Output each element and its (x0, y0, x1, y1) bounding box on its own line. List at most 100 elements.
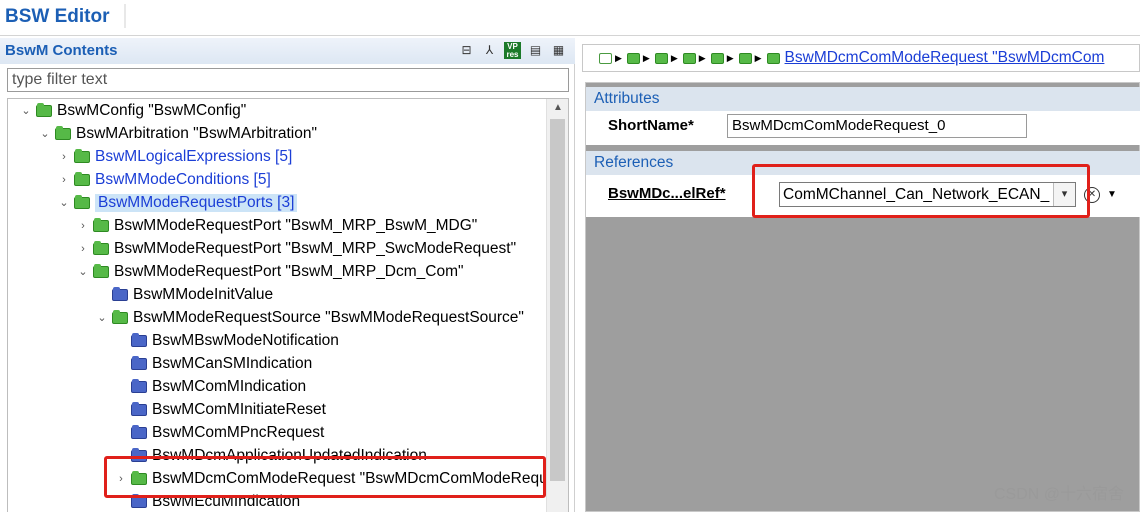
green-folder-icon (74, 171, 90, 186)
properties-panel: ▶ ▶ ▶ ▶ ▶ ▶ BswMDcmComModeRequest "BswMD… (578, 38, 1140, 512)
tree-item-label: BswMModeRequestSource "BswMModeRequestSo… (133, 308, 524, 326)
tree-item[interactable]: BswMCanSMIndication (115, 352, 312, 375)
reference-label-link[interactable]: BswMDc...elRef* (608, 185, 726, 202)
expand-chevron-down-icon[interactable]: ⌄ (20, 104, 32, 117)
expand-chevron-right-icon[interactable]: › (58, 174, 70, 186)
title-separator (124, 4, 126, 28)
breadcrumb-arrow-icon[interactable]: ▶ (755, 53, 762, 64)
expand-chevron-right-icon[interactable]: › (77, 220, 89, 232)
breadcrumb-arrow-icon[interactable]: ▶ (727, 53, 734, 64)
watermark: CSDN @十六宿舍 (993, 486, 1124, 503)
table-view-icon[interactable]: ▦ (550, 42, 567, 59)
tree-item-label: BswMComMIndication (152, 377, 307, 395)
tree-item-label: BswMModeRequestPort "BswM_MRP_Dcm_Com" (114, 262, 464, 280)
scroll-thumb[interactable] (550, 119, 565, 481)
scroll-up-arrow-icon[interactable]: ▲ (547, 99, 568, 117)
tree-item[interactable]: › BswMLogicalExpressions [5] (58, 145, 292, 168)
tree-item[interactable]: ⌄ BswMConfig "BswMConfig" (20, 99, 246, 122)
breadcrumb-folder-icon[interactable] (654, 52, 668, 64)
breadcrumb-folder-icon[interactable] (766, 52, 780, 64)
tree-item-label: BswMConfig "BswMConfig" (57, 101, 247, 119)
breadcrumb-arrow-icon[interactable]: ▶ (671, 53, 678, 64)
tree-item[interactable]: BswMDcmApplicationUpdatedIndication (115, 444, 427, 467)
tree-item[interactable]: BswMEcuMIndication (115, 490, 300, 512)
breadcrumb-arrow-icon[interactable]: ▶ (643, 53, 650, 64)
breadcrumb-root-folder-icon[interactable] (599, 52, 612, 64)
blue-folder-icon (131, 332, 147, 347)
breadcrumb-folder-icon[interactable] (738, 52, 752, 64)
blue-folder-icon (131, 424, 147, 439)
breadcrumb-current-link[interactable]: BswMDcmComModeRequest "BswMDcmCom (785, 49, 1105, 67)
contents-tree: BswMEcuMIndication › BswMDcmComModeRequest… (7, 98, 569, 512)
attributes-section: Attributes ShortName* BswMDcmComModeRequ… (586, 87, 1140, 145)
tree-item[interactable]: › BswMModeRequestPort "BswM_MRP_BswM_MDG" (77, 214, 477, 237)
panel-toolbar: ⊟ ⅄ VP res ▤ ▦ (458, 42, 567, 59)
blue-folder-icon (131, 401, 147, 416)
breadcrumb-arrow-icon[interactable]: ▶ (615, 53, 622, 64)
tree-item[interactable]: BswMModeInitValue (96, 283, 273, 306)
tree-item-label: BswMEcuMIndication (152, 492, 301, 510)
panel-header: BswM Contents ⊟ ⅄ VP res ▤ ▦ (0, 38, 575, 64)
tree-item[interactable]: › BswMModeRequestPort "BswM_MRP_SwcModeRe… (77, 237, 516, 260)
tree-item-label: BswMDcmComModeRequest "BswMDcmComModeReq… (152, 469, 569, 487)
breadcrumb: ▶ ▶ ▶ ▶ ▶ ▶ BswMDcmComModeRequest "BswMD… (582, 44, 1140, 72)
document-icon[interactable]: ▤ (527, 42, 544, 59)
attributes-header[interactable]: Attributes (586, 87, 1140, 111)
chevron-down-icon[interactable]: ▾ (1053, 183, 1075, 206)
tree-scrollbar[interactable]: ▲ (546, 99, 568, 512)
tree-item-label: BswMBswModeNotification (152, 331, 339, 349)
tree-item-label: BswMModeRequestPort "BswM_MRP_SwcModeReq… (114, 239, 517, 257)
tree-item[interactable]: BswMComMInitiateReset (115, 398, 326, 421)
expand-chevron-down-icon[interactable]: ⌄ (39, 127, 51, 140)
clear-reference-icon[interactable]: ✕ (1084, 187, 1100, 203)
editor-title: BSW Editor (5, 6, 110, 27)
tree-item[interactable]: BswMComMIndication (115, 375, 306, 398)
tree-item-label: BswMArbitration "BswMArbitration" (76, 124, 317, 142)
blue-folder-icon (131, 447, 147, 462)
green-folder-icon (55, 125, 71, 140)
breadcrumb-arrow-icon[interactable]: ▶ (699, 53, 706, 64)
references-header[interactable]: References (586, 151, 1140, 175)
tree-item[interactable]: BswMBswModeNotification (115, 329, 339, 352)
expand-chevron-down-icon[interactable]: ⌄ (77, 265, 89, 278)
reference-combo-value: ComMChannel_Can_Network_ECAN_ (783, 186, 1050, 203)
breadcrumb-folder-icon[interactable] (710, 52, 724, 64)
filter-input[interactable] (8, 69, 568, 91)
tree-item-label: BswMDcmApplicationUpdatedIndication (152, 446, 427, 464)
expand-chevron-down-icon[interactable]: ⌄ (58, 196, 70, 209)
tree-item[interactable]: BswMComMPncRequest (115, 421, 324, 444)
breadcrumb-folder-icon[interactable] (626, 52, 640, 64)
vp-res-icon[interactable]: VP res (504, 42, 521, 59)
shortname-field[interactable]: BswMDcmComModeRequest_0 (727, 114, 1027, 138)
reference-combo[interactable]: ComMChannel_Can_Network_ECAN_ ▾ (779, 182, 1076, 207)
tree-item-label: BswMCanSMIndication (152, 354, 313, 372)
green-folder-icon (93, 217, 109, 232)
tree-item[interactable]: ⌄ BswMModeRequestPorts [3] (58, 191, 298, 214)
references-section: References BswMDc...elRef* ComMChannel_C… (586, 151, 1140, 217)
tree-item[interactable]: ⌄ BswMModeRequestSource "BswMModeRequestS… (96, 306, 524, 329)
tree-item-label: BswMModeConditions [5] (95, 170, 271, 188)
tree-item-label: BswMModeRequestPort "BswM_MRP_BswM_MDG" (114, 216, 478, 234)
shortname-label: ShortName* (608, 117, 694, 134)
tree-item[interactable]: › BswMDcmComModeRequest "BswMDcmComModeRe… (115, 467, 569, 490)
link-editor-icon[interactable]: ⅄ (481, 42, 498, 59)
tree-item[interactable]: ⌄ BswMModeRequestPort "BswM_MRP_Dcm_Com" (77, 260, 464, 283)
tree-item[interactable]: › BswMModeConditions [5] (58, 168, 271, 191)
green-folder-icon (93, 240, 109, 255)
expand-chevron-right-icon[interactable]: › (77, 243, 89, 255)
tree-item-label: BswMModeInitValue (133, 285, 274, 303)
expand-chevron-down-icon[interactable]: ⌄ (96, 311, 108, 324)
green-folder-icon (93, 263, 109, 278)
expand-chevron-right-icon[interactable]: › (58, 151, 70, 163)
tree-item[interactable]: ⌄ BswMArbitration "BswMArbitration" (39, 122, 317, 145)
tree-item-label: BswMLogicalExpressions [5] (95, 147, 293, 165)
expand-chevron-right-icon[interactable]: › (115, 473, 127, 485)
reference-menu-arrow-icon[interactable]: ▼ (1107, 189, 1117, 200)
element-editor: Attributes ShortName* BswMDcmComModeRequ… (585, 82, 1140, 512)
collapse-all-icon[interactable]: ⊟ (458, 42, 475, 59)
breadcrumb-folder-icon[interactable] (682, 52, 696, 64)
blue-folder-icon (131, 378, 147, 393)
green-folder-icon (131, 470, 147, 485)
panel-title: BswM Contents (5, 42, 118, 59)
filter-box[interactable] (7, 68, 569, 92)
